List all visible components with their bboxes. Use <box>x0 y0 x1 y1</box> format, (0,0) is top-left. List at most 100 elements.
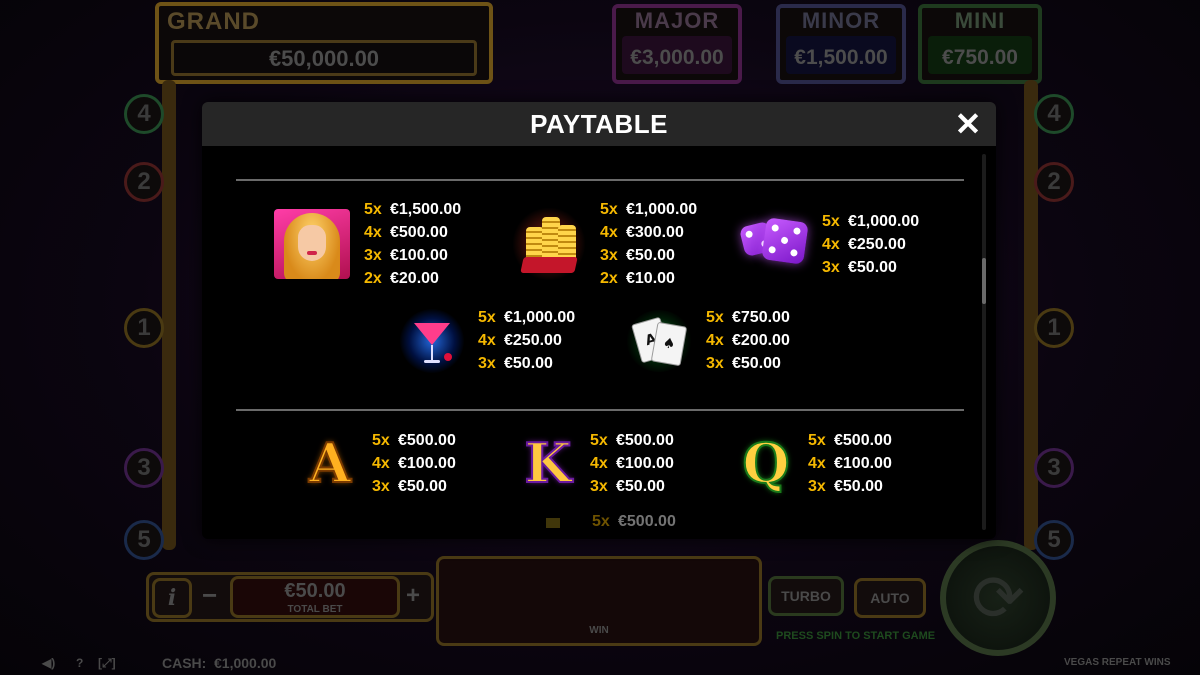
paytable-modal: PAYTABLE ✕ 5x €1,500.00 4x €500.00 3x €100.… <box>202 102 996 539</box>
die-pip <box>744 229 754 239</box>
pay-list: 5x €1,000.00 4x €300.00 3x €50.00 2x €10.00 <box>600 198 697 290</box>
purple-dice-symbol-icon <box>738 214 809 276</box>
pay-amount: €500.00 <box>834 431 892 449</box>
pay-amount: €1,000.00 <box>848 213 920 230</box>
major-jackpot: MAJOR €3,000.00 <box>612 4 742 84</box>
pay-amount: €500.00 <box>398 431 456 449</box>
pay-multiplier: 3x <box>590 477 608 495</box>
line-number-left-1: 1 <box>124 308 164 348</box>
bet-decrease-button[interactable]: − <box>202 580 217 611</box>
help-icon[interactable]: ? <box>76 656 83 670</box>
pay-amount: €1,000.00 <box>626 201 698 218</box>
pay-multiplier: 5x <box>822 213 840 230</box>
bet-increase-button[interactable]: + <box>406 582 420 610</box>
pay-list: 5x €500.00 4x €100.00 3x €50.00 <box>372 429 456 498</box>
line-number-right-4: 4 <box>1034 94 1074 134</box>
king-symbol-icon: K <box>524 430 573 496</box>
pay-multiplier: 4x <box>478 332 496 349</box>
pay-multiplier: 3x <box>600 247 618 264</box>
mini-jackpot-label: MINI <box>954 8 1006 33</box>
pay-row: 5x €1,000.00 <box>822 210 919 233</box>
paytable-entry-king: K 5x €500.00 4x €100.00 3x €50.00 <box>520 428 674 498</box>
cocktail-stem <box>431 344 433 361</box>
pay-row: 4x €100.00 <box>372 452 456 475</box>
pay-row: 3x €50.00 <box>706 352 790 375</box>
partial-symbol-icon <box>546 518 560 528</box>
ace-symbol-icon: A <box>308 430 352 496</box>
pay-row: 5x €500.00 <box>808 429 892 452</box>
pay-multiplier: 5x <box>706 309 724 326</box>
pay-row: 5x €750.00 <box>706 306 790 329</box>
pay-amount: €50.00 <box>504 355 553 372</box>
mini-jackpot: MINI €750.00 <box>918 4 1042 84</box>
pay-amount: €50.00 <box>732 355 781 372</box>
pay-multiplier: 5x <box>600 201 618 218</box>
info-icon: i <box>167 585 177 611</box>
pay-amount: €250.00 <box>848 236 906 253</box>
die-pip <box>789 248 798 257</box>
die-large <box>761 216 809 265</box>
pay-row: 4x €500.00 <box>364 221 461 244</box>
info-button[interactable]: i <box>152 578 192 618</box>
die-pip <box>771 223 780 232</box>
pay-amount: €100.00 <box>834 454 892 472</box>
pay-amount: €1,500.00 <box>390 201 462 218</box>
coins-base <box>520 257 578 273</box>
scrollbar-thumb[interactable] <box>982 258 986 304</box>
pay-row: 3x €50.00 <box>478 352 575 375</box>
line-number-right-3: 3 <box>1034 448 1074 488</box>
pay-amount: €200.00 <box>732 332 790 349</box>
pay-multiplier: 4x <box>364 224 382 241</box>
pay-multiplier: 5x <box>590 431 608 449</box>
pay-row: 5x €1,500.00 <box>364 198 461 221</box>
pay-amount: €500.00 <box>618 513 676 530</box>
minor-jackpot: MINOR €1,500.00 <box>776 4 906 84</box>
pay-row: 4x €250.00 <box>478 329 575 352</box>
line-number-left-4: 4 <box>124 94 164 134</box>
pay-multiplier: 4x <box>706 332 724 349</box>
paytable-entry-queen: Q 5x €500.00 4x €100.00 3x €50.00 <box>738 428 892 498</box>
pay-amount: €1,000.00 <box>504 309 576 326</box>
auto-label: AUTO <box>870 590 910 606</box>
pay-amount: €250.00 <box>504 332 562 349</box>
scrollbar[interactable] <box>982 154 986 530</box>
fullscreen-icon[interactable]: [⤢] <box>98 656 116 671</box>
pay-row: 4x €200.00 <box>706 329 790 352</box>
auto-button[interactable]: AUTO <box>854 578 926 618</box>
paytable-entry-cocktail: 5x €1,000.00 4x €250.00 3x €50.00 <box>400 306 575 375</box>
woman-symbol-lips <box>307 251 317 255</box>
pay-multiplier: 4x <box>808 454 826 472</box>
pay-multiplier: 4x <box>600 224 618 241</box>
pay-multiplier: 5x <box>592 513 610 530</box>
queen-symbol-icon: Q <box>741 430 790 496</box>
cocktail-glass <box>414 322 450 345</box>
pay-row: 3x €50.00 <box>600 244 697 267</box>
section-divider-middle <box>236 409 964 411</box>
spin-button[interactable]: ⟳ <box>940 540 1056 656</box>
line-number-right-1: 1 <box>1034 308 1074 348</box>
cash-value: €1,000.00 <box>214 655 277 671</box>
turbo-button[interactable]: TURBO <box>768 576 844 616</box>
pay-list: 5x €1,000.00 4x €250.00 3x €50.00 <box>822 210 919 279</box>
total-bet-value: €50.00 <box>284 580 346 602</box>
pay-row: 4x €100.00 <box>590 452 674 475</box>
paytable-entry-ace: A 5x €500.00 4x €100.00 3x €50.00 <box>302 428 456 498</box>
pay-row: 3x €50.00 <box>822 256 919 279</box>
close-icon[interactable]: ✕ <box>954 108 982 140</box>
playing-cards-symbol-icon: A ♠ <box>626 309 692 372</box>
spin-arrows-icon: ⟳ <box>971 561 1025 634</box>
pay-amount: €50.00 <box>398 477 447 495</box>
pay-row: 5x €1,000.00 <box>478 306 575 329</box>
line-number-left-3: 3 <box>124 448 164 488</box>
minor-jackpot-label: MINOR <box>801 8 881 33</box>
cocktail-cherry <box>444 352 452 361</box>
pay-list: 5x €500.00 4x €100.00 3x €50.00 <box>590 429 674 498</box>
pay-row: 3x €100.00 <box>364 244 461 267</box>
die-pip <box>780 235 789 244</box>
pay-multiplier: 3x <box>706 355 724 372</box>
pay-list: 5x €500.00 4x €100.00 3x €50.00 <box>808 429 892 498</box>
pay-amount: €750.00 <box>732 309 790 326</box>
pay-amount: €10.00 <box>626 270 675 287</box>
pay-multiplier: 3x <box>822 259 840 276</box>
sound-icon[interactable]: ◀) <box>42 656 55 670</box>
